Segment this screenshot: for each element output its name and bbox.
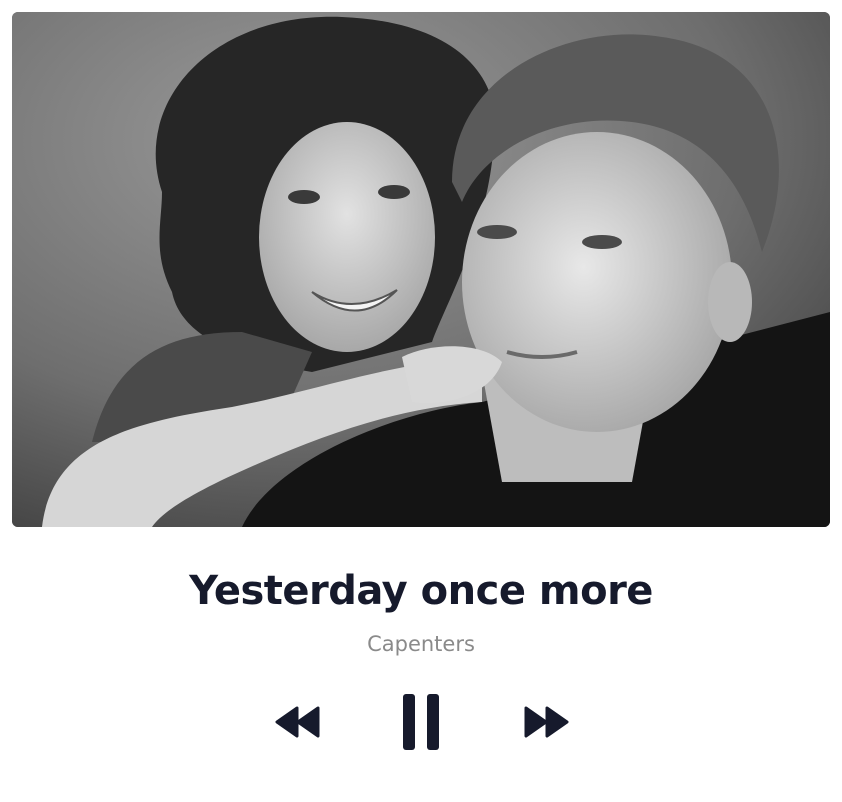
fast-forward-button[interactable] <box>523 706 569 738</box>
album-cover-photo <box>12 12 830 527</box>
rewind-icon <box>275 706 320 738</box>
track-title: Yesterday once more <box>189 568 653 614</box>
fast-forward-icon <box>524 706 569 738</box>
pause-button[interactable] <box>402 692 440 752</box>
music-player: Yesterday once more Capenters <box>0 0 842 802</box>
artist-name: Capenters <box>367 632 475 656</box>
playback-controls <box>0 692 842 754</box>
rewind-button[interactable] <box>275 706 321 738</box>
pause-icon <box>403 694 439 750</box>
album-cover <box>12 12 830 527</box>
